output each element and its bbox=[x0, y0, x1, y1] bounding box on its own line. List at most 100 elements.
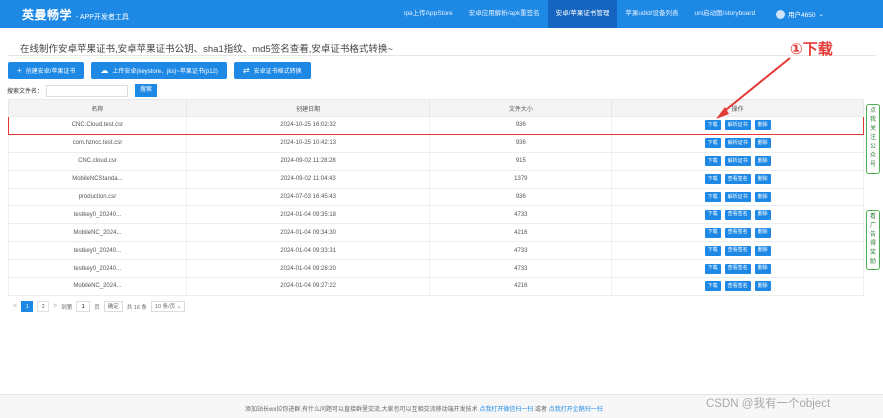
cell-actions: 下载 查看签名 删除 bbox=[611, 170, 864, 189]
delete-button[interactable]: 删除 bbox=[754, 245, 771, 256]
inspect-button[interactable]: 解析证书 bbox=[724, 192, 751, 202]
footer-sep: 或者 bbox=[535, 407, 548, 413]
cell-date: 2024-09-02 11:28:28 bbox=[185, 152, 431, 171]
prev-page-icon[interactable]: < bbox=[13, 303, 17, 310]
row-action-group: 下载 解析证书 删除 bbox=[704, 156, 771, 167]
cell-size: 4733 bbox=[429, 259, 613, 279]
delete-button[interactable]: 删除 bbox=[754, 227, 771, 238]
upload-cert-label: 上传安卓(keystore、jks)~苹果证书(p12) bbox=[112, 69, 218, 75]
table-row: testkey0_20240... 2024-01-04 09:28:20 4733… bbox=[8, 259, 864, 279]
page-1-button[interactable]: 1 bbox=[21, 301, 34, 312]
delete-button[interactable]: 删除 bbox=[754, 138, 771, 149]
delete-button[interactable]: 删除 bbox=[754, 281, 771, 292]
search-input[interactable] bbox=[46, 84, 129, 97]
cell-date: 2024-10-25 16:02:32 bbox=[185, 116, 431, 135]
cell-size: 936 bbox=[429, 116, 613, 135]
cell-name: CNC.Cloud.test.csr bbox=[8, 116, 187, 135]
inspect-button[interactable]: 查看签名 bbox=[724, 227, 751, 238]
delete-button[interactable]: 删除 bbox=[754, 192, 771, 202]
cell-actions: 下载 查看签名 删除 bbox=[611, 277, 864, 296]
row-action-group: 下载 查看签名 删除 bbox=[704, 227, 771, 238]
inspect-button[interactable]: 查看签名 bbox=[724, 209, 751, 220]
cell-name: MobileNC_2024... bbox=[8, 223, 187, 243]
table-row: MobileNC_2024... 2024-01-04 09:27:22 4216 下… bbox=[8, 277, 864, 296]
inspect-button[interactable]: 解析证书 bbox=[724, 138, 751, 149]
goto-page-input[interactable] bbox=[76, 301, 91, 312]
cell-actions: 下载 查看签名 删除 bbox=[611, 223, 864, 243]
table-row: CNC.Cloud.test.csr 2024-10-25 16:02:32 936… bbox=[8, 116, 864, 135]
download-button[interactable]: 下载 bbox=[704, 192, 721, 202]
table-header-row: 名称 创建日期 文件大小 操作 bbox=[8, 99, 864, 117]
brand[interactable]: 英曼畅学 - APP开发者工具 bbox=[22, 6, 129, 23]
next-page-icon[interactable]: > bbox=[53, 303, 57, 310]
download-button[interactable]: 下载 bbox=[704, 263, 721, 274]
cell-date: 2024-01-04 09:28:20 bbox=[185, 259, 431, 279]
nav-link-ipa-upload[interactable]: ipa上传AppStore bbox=[396, 0, 461, 28]
download-button[interactable]: 下载 bbox=[704, 227, 721, 238]
cell-actions: 下载 查看签名 删除 bbox=[611, 241, 864, 261]
header-date: 创建日期 bbox=[185, 99, 431, 117]
download-button[interactable]: 下载 bbox=[704, 209, 721, 220]
inspect-button[interactable]: 解析证书 bbox=[724, 156, 751, 167]
page-size-select[interactable]: 10 条/页 ⌄ bbox=[150, 301, 186, 312]
inspect-button[interactable]: 查看签名 bbox=[724, 245, 751, 256]
search-button[interactable]: 搜索 bbox=[135, 84, 158, 97]
inspect-button[interactable]: 解析证书 bbox=[724, 120, 751, 131]
download-button[interactable]: 下载 bbox=[704, 174, 721, 185]
cell-date: 2024-01-04 09:33:31 bbox=[185, 241, 431, 261]
nav-link-udid[interactable]: 苹果udid/设备列表 bbox=[617, 0, 686, 28]
download-button[interactable]: 下载 bbox=[704, 156, 721, 167]
nav-links: ipa上传AppStore 安卓应用解析/apk重签名 安卓/苹果证书管理 苹果… bbox=[396, 0, 763, 28]
nav-link-apk-resign[interactable]: 安卓应用解析/apk重签名 bbox=[461, 0, 548, 28]
search-row: 搜索文件名： 搜索 bbox=[7, 84, 158, 97]
convert-cert-button[interactable]: ⇄ 安卓证书格式转换 bbox=[233, 62, 311, 79]
inspect-button[interactable]: 查看签名 bbox=[724, 174, 751, 185]
cell-size: 4733 bbox=[429, 205, 613, 225]
cell-actions: 下载 解析证书 删除 bbox=[611, 188, 864, 207]
cell-size: 4216 bbox=[429, 223, 613, 243]
delete-button[interactable]: 删除 bbox=[754, 120, 771, 131]
footer-wechat-link[interactable]: 点我打开微信扫一扫 bbox=[479, 407, 533, 413]
cell-name: testkey0_20240... bbox=[8, 259, 187, 279]
cell-size: 936 bbox=[429, 188, 613, 207]
nav-link-storyboard[interactable]: uni启动图/storyboard bbox=[687, 0, 764, 28]
cell-size: 915 bbox=[429, 152, 613, 171]
chevron-down-icon: ⌄ bbox=[176, 304, 182, 310]
nav-link-cert-manage[interactable]: 安卓/苹果证书管理 bbox=[547, 0, 618, 28]
download-button[interactable]: 下载 bbox=[704, 245, 721, 256]
table-row: testkey0_20240... 2024-01-04 09:35:18 4733… bbox=[8, 205, 864, 225]
download-button[interactable]: 下载 bbox=[704, 281, 721, 292]
row-action-group: 下载 解析证书 删除 bbox=[704, 138, 771, 149]
cloud-upload-icon: ☁ bbox=[100, 65, 109, 75]
inspect-button[interactable]: 查看签名 bbox=[724, 281, 751, 292]
delete-button[interactable]: 删除 bbox=[754, 263, 771, 274]
delete-button[interactable]: 删除 bbox=[754, 156, 771, 167]
row-action-group: 下载 查看签名 删除 bbox=[704, 281, 771, 292]
cell-size: 4733 bbox=[429, 241, 613, 261]
cell-name: production.csr bbox=[8, 188, 187, 207]
pagination: < 1 2 > 到第 页 确定 共 16 条 10 条/页 ⌄ bbox=[13, 301, 186, 312]
csdn-watermark: CSDN @我有一个object bbox=[706, 398, 831, 410]
delete-button[interactable]: 删除 bbox=[754, 174, 771, 185]
page-size-value: 10 条/页 bbox=[154, 304, 176, 310]
page-unit-label: 页 bbox=[94, 304, 100, 311]
download-button[interactable]: 下载 bbox=[704, 120, 721, 131]
side-tab-follow-wechat[interactable]: 点我关注公众号 bbox=[866, 104, 880, 174]
side-tab-ad-reward[interactable]: 看广告得奖励 bbox=[866, 210, 880, 270]
top-navbar: 英曼畅学 - APP开发者工具 ipa上传AppStore 安卓应用解析/apk… bbox=[0, 0, 883, 28]
goto-label: 到第 bbox=[61, 304, 73, 311]
user-menu[interactable]: 用户4650 ⌄ bbox=[776, 0, 824, 28]
footer-qq-link[interactable]: 点我打开企鹅扫一扫 bbox=[549, 407, 603, 413]
cell-size: 1379 bbox=[429, 170, 613, 189]
cell-actions: 下载 解析证书 删除 bbox=[611, 152, 864, 171]
page-2-button[interactable]: 2 bbox=[37, 301, 50, 312]
inspect-button[interactable]: 查看签名 bbox=[724, 263, 751, 274]
goto-confirm-button[interactable]: 确定 bbox=[103, 301, 123, 312]
upload-cert-button[interactable]: ☁ 上传安卓(keystore、jks)~苹果证书(p12) bbox=[91, 62, 227, 79]
cell-actions: 下载 解析证书 删除 bbox=[611, 116, 864, 135]
avatar bbox=[776, 9, 785, 19]
total-count: 共 16 条 bbox=[126, 304, 147, 311]
delete-button[interactable]: 删除 bbox=[754, 209, 771, 220]
create-cert-button[interactable]: + 创建安卓/苹果证书 bbox=[8, 62, 85, 79]
download-button[interactable]: 下载 bbox=[704, 138, 721, 149]
